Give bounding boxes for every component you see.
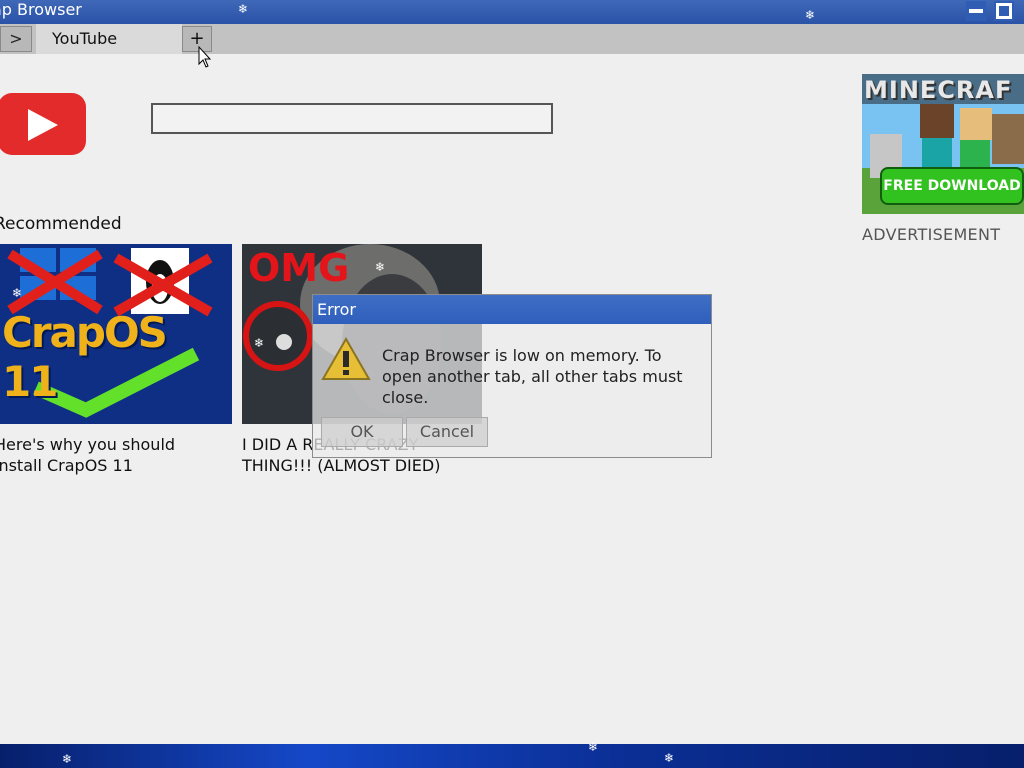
cancel-button[interactable]: Cancel [406, 417, 488, 447]
ok-button[interactable]: OK [321, 417, 403, 447]
recommended-heading: Recommended [0, 214, 122, 234]
advertisement-banner[interactable]: MINECRAF FREE DOWNLOAD [862, 74, 1024, 214]
window-titlebar: ap Browser [0, 0, 1024, 24]
thumbnail-text: OMG [248, 246, 350, 290]
tab-youtube[interactable]: YouTube [36, 24, 182, 54]
video-title[interactable]: Here's why you should install CrapOS 11 [0, 434, 224, 476]
dialog-title: Error [313, 295, 711, 324]
warning-icon [321, 337, 371, 380]
advertisement-label: ADVERTISEMENT [862, 225, 1001, 244]
thumbnail-text: CrapOS 11 [2, 308, 168, 406]
maximize-icon[interactable] [994, 1, 1014, 21]
minimize-icon[interactable] [966, 1, 986, 21]
free-download-button[interactable]: FREE DOWNLOAD [880, 167, 1024, 205]
tab-bar: > YouTube + [0, 24, 1024, 54]
youtube-play-icon [28, 109, 58, 141]
youtube-logo[interactable] [0, 93, 86, 155]
window-title: ap Browser [0, 0, 82, 19]
ad-brand-text: MINECRAF [864, 76, 1013, 104]
dialog-message: Crap Browser is low on memory. To open a… [382, 346, 683, 407]
error-dialog: Error Crap Browser is low on memory. To … [312, 294, 712, 458]
tab-back-button[interactable]: > [0, 26, 32, 52]
video-thumbnail[interactable]: CrapOS 11 [0, 244, 232, 424]
mouse-cursor-icon [198, 46, 212, 68]
search-input[interactable] [151, 103, 553, 134]
taskbar [0, 744, 1024, 768]
